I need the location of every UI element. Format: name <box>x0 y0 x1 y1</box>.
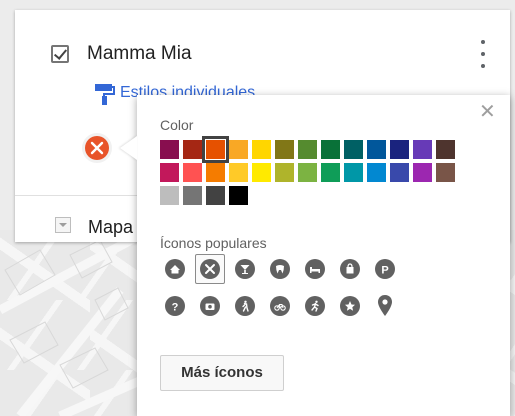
color-swatch[interactable] <box>436 163 455 182</box>
icons-section-label: Íconos populares <box>160 235 267 251</box>
map-pin-icon[interactable] <box>370 291 400 321</box>
color-swatch[interactable] <box>183 186 202 205</box>
color-swatch[interactable] <box>160 140 179 159</box>
color-swatch[interactable] <box>413 163 432 182</box>
help-icon[interactable]: ? <box>160 291 190 321</box>
color-swatch[interactable] <box>344 140 363 159</box>
color-swatch[interactable] <box>321 163 340 182</box>
color-swatch[interactable] <box>229 140 248 159</box>
color-swatch[interactable] <box>229 163 248 182</box>
close-icon[interactable]: ✕ <box>479 99 496 124</box>
hotel-bed-icon[interactable] <box>300 254 330 284</box>
icon-glyph <box>270 296 290 316</box>
color-swatch[interactable] <box>160 163 179 182</box>
color-swatch[interactable] <box>367 163 386 182</box>
cocktail-icon[interactable] <box>230 254 260 284</box>
layer-options-icon[interactable] <box>475 38 491 70</box>
star-icon[interactable] <box>335 291 365 321</box>
color-swatch[interactable] <box>252 163 271 182</box>
running-icon[interactable] <box>300 291 330 321</box>
icon-glyph <box>235 259 255 279</box>
color-swatch[interactable] <box>298 140 317 159</box>
shopping-bag-icon[interactable] <box>335 254 365 284</box>
base-map-expand-icon[interactable] <box>55 217 71 233</box>
fork-knife-icon <box>90 141 104 155</box>
more-icons-button[interactable]: Más íconos <box>160 355 284 391</box>
icon-glyph <box>305 296 325 316</box>
color-swatch[interactable] <box>206 186 225 205</box>
color-swatch[interactable] <box>183 140 202 159</box>
icon-glyph <box>270 259 290 279</box>
color-swatch[interactable] <box>413 140 432 159</box>
popup-pointer <box>120 136 137 160</box>
tooth-icon[interactable] <box>265 254 295 284</box>
svg-text:P: P <box>381 265 388 277</box>
svg-text:?: ? <box>172 302 179 314</box>
restaurant-icon[interactable] <box>195 254 225 284</box>
icon-glyph <box>165 259 185 279</box>
icon-glyph: ? <box>165 296 185 316</box>
color-swatch[interactable] <box>183 163 202 182</box>
color-swatch[interactable] <box>252 140 271 159</box>
layer-title[interactable]: Mamma Mia <box>87 43 192 65</box>
home-icon[interactable] <box>160 254 190 284</box>
color-swatch[interactable] <box>367 140 386 159</box>
color-swatch[interactable] <box>390 140 409 159</box>
hiking-icon[interactable] <box>230 291 260 321</box>
color-swatch[interactable] <box>321 140 340 159</box>
icon-glyph: P <box>375 259 395 279</box>
icon-glyph <box>200 259 220 279</box>
icon-glyph <box>340 259 360 279</box>
color-swatch[interactable] <box>436 140 455 159</box>
color-section-label: Color <box>160 117 194 133</box>
layer-visibility-checkbox[interactable] <box>51 45 69 63</box>
icon-glyph <box>340 296 360 316</box>
color-swatch[interactable] <box>229 186 248 205</box>
icon-glyph <box>200 296 220 316</box>
color-swatch[interactable] <box>160 186 179 205</box>
camera-icon[interactable] <box>195 291 225 321</box>
icon-glyph <box>235 296 255 316</box>
color-swatch[interactable] <box>390 163 409 182</box>
color-swatch[interactable] <box>202 136 229 163</box>
color-swatch[interactable] <box>275 163 294 182</box>
color-swatch[interactable] <box>344 163 363 182</box>
map-pin-glyph <box>378 295 392 316</box>
paint-roller-icon <box>95 84 115 105</box>
parking-icon[interactable]: P <box>370 254 400 284</box>
color-swatch[interactable] <box>298 163 317 182</box>
bicycle-icon[interactable] <box>265 291 295 321</box>
color-swatch[interactable] <box>206 163 225 182</box>
icon-glyph <box>305 259 325 279</box>
color-swatch[interactable] <box>275 140 294 159</box>
restaurant-icon[interactable] <box>85 136 109 160</box>
